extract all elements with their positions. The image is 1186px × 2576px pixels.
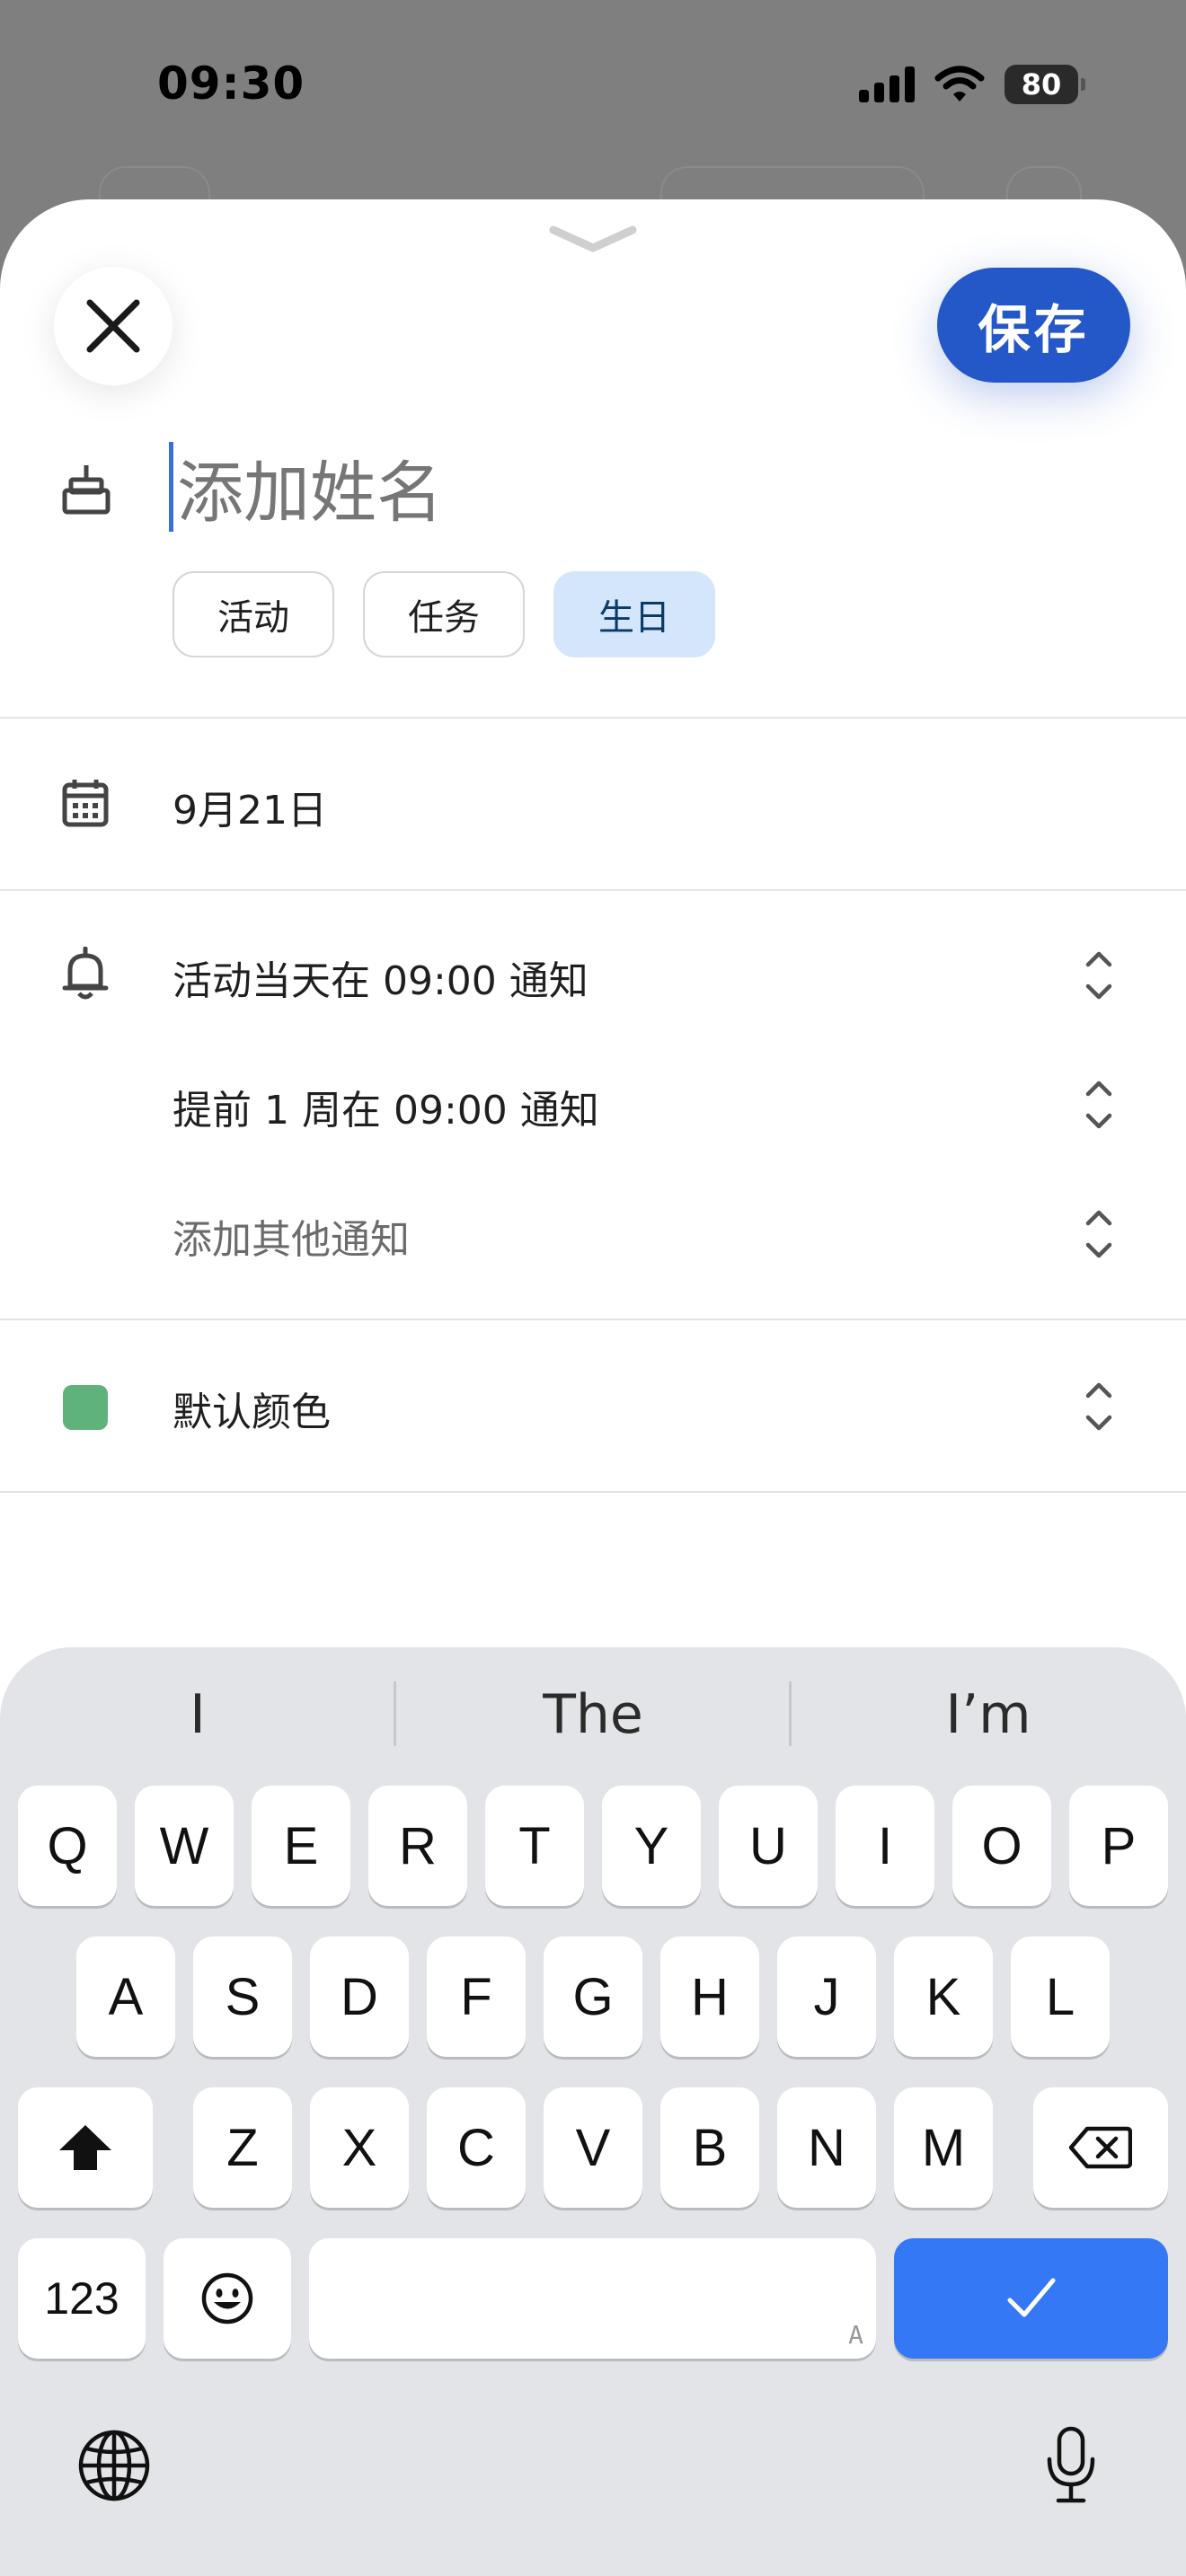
- backspace-icon: [1069, 2126, 1132, 2169]
- space-key[interactable]: A: [309, 2238, 876, 2359]
- close-button[interactable]: [54, 267, 173, 385]
- key-k[interactable]: K: [894, 1936, 993, 2057]
- numbers-key[interactable]: 123: [18, 2238, 146, 2359]
- microphone-icon[interactable]: [1044, 2425, 1098, 2506]
- bell-icon: [62, 947, 109, 1000]
- chevron-up-down-icon[interactable]: [1085, 1078, 1112, 1132]
- save-button[interactable]: 保存: [937, 268, 1130, 383]
- signal-icon: [859, 66, 915, 102]
- key-a[interactable]: A: [76, 1936, 175, 2057]
- backspace-key[interactable]: [1033, 2087, 1168, 2208]
- status-icons: 80: [859, 65, 1085, 104]
- key-x[interactable]: X: [310, 2087, 409, 2208]
- key-m[interactable]: M: [894, 2087, 993, 2208]
- chevron-up-down-icon[interactable]: [1085, 1207, 1112, 1261]
- suggestion-item[interactable]: I: [0, 1683, 395, 1746]
- space-key-hint: A: [848, 2320, 863, 2350]
- battery-level: 80: [1021, 67, 1062, 101]
- key-h[interactable]: H: [660, 1936, 759, 2057]
- add-notification-item[interactable]: 添加其他通知: [173, 1207, 410, 1265]
- notification-item[interactable]: 活动当天在 09:00 通知: [173, 948, 589, 1006]
- birthday-cake-icon: [62, 465, 111, 515]
- keyboard: I The I’m Q W E R T Y U I O P A S D F G …: [0, 1647, 1186, 2576]
- checkmark-icon: [1007, 2278, 1055, 2317]
- date-value[interactable]: 9月21日: [173, 778, 327, 835]
- key-l[interactable]: L: [1011, 1936, 1110, 2057]
- divider: [0, 889, 1186, 891]
- key-o[interactable]: O: [952, 1786, 1051, 1906]
- done-key[interactable]: [894, 2238, 1168, 2359]
- key-t[interactable]: T: [485, 1786, 584, 1906]
- key-b[interactable]: B: [660, 2087, 759, 2208]
- key-s[interactable]: S: [193, 1936, 292, 2057]
- key-u[interactable]: U: [719, 1786, 818, 1906]
- key-i[interactable]: I: [836, 1786, 934, 1906]
- shift-icon: [59, 2125, 111, 2170]
- chevron-up-down-icon[interactable]: [1085, 1380, 1112, 1434]
- chevron-up-down-icon[interactable]: [1085, 948, 1112, 1002]
- chip-birthday[interactable]: 生日: [553, 571, 715, 657]
- key-c[interactable]: C: [427, 2087, 526, 2208]
- key-n[interactable]: N: [777, 2087, 876, 2208]
- key-z[interactable]: Z: [193, 2087, 292, 2208]
- color-swatch: [63, 1385, 108, 1430]
- key-w[interactable]: W: [135, 1786, 234, 1906]
- calendar-icon: [62, 780, 109, 827]
- chip-task[interactable]: 任务: [363, 571, 525, 657]
- color-label[interactable]: 默认颜色: [173, 1380, 331, 1437]
- close-icon: [86, 299, 140, 353]
- status-bar: 09:30 80: [0, 0, 1186, 171]
- suggestion-bar: I The I’m: [0, 1647, 1186, 1782]
- text-caret: [169, 442, 173, 532]
- key-d[interactable]: D: [310, 1936, 409, 2057]
- key-v[interactable]: V: [544, 2087, 642, 2208]
- notification-item[interactable]: 提前 1 周在 09:00 通知: [173, 1078, 599, 1135]
- key-e[interactable]: E: [252, 1786, 350, 1906]
- key-y[interactable]: Y: [602, 1786, 701, 1906]
- key-j[interactable]: J: [777, 1936, 876, 2057]
- name-input-placeholder: 添加姓名: [177, 454, 443, 532]
- suggestion-item[interactable]: The: [395, 1683, 791, 1746]
- divider: [0, 717, 1186, 719]
- shift-key[interactable]: [18, 2087, 153, 2208]
- emoji-icon: [201, 2272, 253, 2325]
- wifi-icon: [934, 66, 985, 101]
- key-p[interactable]: P: [1069, 1786, 1168, 1906]
- emoji-key[interactable]: [164, 2238, 291, 2359]
- sheet-collapse-handle-icon[interactable]: [548, 223, 638, 253]
- key-q[interactable]: Q: [18, 1786, 117, 1906]
- key-r[interactable]: R: [368, 1786, 467, 1906]
- battery-icon: 80: [1005, 65, 1085, 104]
- name-input[interactable]: 添加姓名: [169, 442, 443, 532]
- divider: [0, 1319, 1186, 1320]
- suggestion-item[interactable]: I’m: [791, 1683, 1186, 1746]
- status-time: 09:30: [157, 57, 305, 110]
- key-f[interactable]: F: [427, 1936, 526, 2057]
- chip-event[interactable]: 活动: [173, 571, 334, 657]
- key-g[interactable]: G: [544, 1936, 642, 2057]
- globe-icon[interactable]: [77, 2429, 151, 2502]
- divider: [0, 1491, 1186, 1493]
- event-type-chips: 活动 任务 生日: [173, 571, 715, 657]
